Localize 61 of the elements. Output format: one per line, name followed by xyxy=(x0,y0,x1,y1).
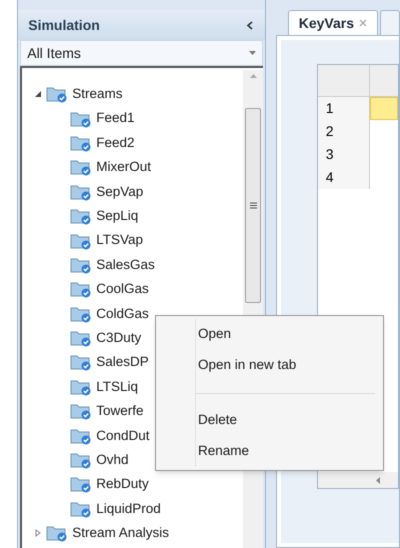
folder-icon xyxy=(70,280,92,298)
tree-item[interactable]: SepLiq xyxy=(96,206,138,226)
row-header: 4 xyxy=(318,166,370,189)
filter-dropdown[interactable]: All Items xyxy=(20,40,264,66)
folder-icon xyxy=(70,451,92,470)
tree-item[interactable]: SalesGas xyxy=(96,254,155,276)
tree-item[interactable]: RebDuty xyxy=(96,474,149,495)
row-header: 1 xyxy=(318,97,370,120)
folder-icon xyxy=(70,475,92,494)
tree-item[interactable]: CoolGas xyxy=(96,279,149,300)
tree-item[interactable]: Stream Analysis xyxy=(72,523,170,544)
folder-icon xyxy=(70,256,92,274)
panel-title: Simulation xyxy=(28,16,100,34)
tree-item[interactable]: LiquidProd xyxy=(96,498,161,519)
collapse-arrow-icon[interactable] xyxy=(34,90,42,98)
folder-icon xyxy=(70,353,92,372)
horizontal-scrollbar[interactable] xyxy=(318,472,398,488)
tree-item[interactable]: Ovhd xyxy=(96,450,129,470)
folder-icon xyxy=(70,158,92,176)
tree-item[interactable]: CondDut xyxy=(96,426,150,446)
tree-item[interactable]: Feed2 xyxy=(96,132,135,154)
folder-icon xyxy=(70,207,92,226)
grid-cell[interactable] xyxy=(370,97,398,120)
scroll-thumb[interactable] xyxy=(245,108,262,303)
tree-item[interactable]: ColdGas xyxy=(96,304,149,324)
folder-icon xyxy=(70,110,92,128)
menu-item[interactable]: Open xyxy=(196,319,383,350)
folder-icon xyxy=(46,524,68,542)
tree-item[interactable]: Feed1 xyxy=(96,108,135,129)
folder-icon xyxy=(70,378,92,396)
menu-item[interactable]: Open in new tab xyxy=(196,350,383,381)
folder-icon xyxy=(70,402,92,420)
tree-item[interactable]: LTSLiq xyxy=(96,376,138,397)
folder-icon xyxy=(70,329,92,348)
tree-item[interactable]: MixerOut xyxy=(96,157,151,178)
folder-icon xyxy=(70,304,92,323)
row-header: 2 xyxy=(318,120,370,143)
expand-arrow-icon[interactable] xyxy=(34,529,42,538)
folder-icon xyxy=(70,134,92,152)
folder-icon xyxy=(70,500,92,518)
menu-item[interactable]: Delete xyxy=(196,405,383,436)
tab[interactable]: KeyVars xyxy=(288,10,378,35)
grip-icon xyxy=(250,202,257,209)
folder-icon xyxy=(70,182,92,201)
tree-item[interactable]: Towerfe xyxy=(96,401,144,422)
tree-item[interactable]: LTSVap xyxy=(96,230,144,251)
scroll-up-icon xyxy=(250,74,257,78)
scroll-left-icon xyxy=(376,476,380,484)
folder-icon xyxy=(70,426,92,445)
row-header: 3 xyxy=(318,143,370,166)
menu-item[interactable]: Rename xyxy=(196,436,383,467)
tab[interactable] xyxy=(380,10,400,35)
folder-icon xyxy=(70,232,92,250)
dropdown-arrow-icon xyxy=(249,51,256,55)
tree-item[interactable]: SalesDP xyxy=(96,352,149,373)
folder-icon xyxy=(46,85,68,104)
tree-item[interactable]: C3Duty xyxy=(96,328,142,348)
tree-item[interactable]: SepVap xyxy=(96,182,144,202)
chevron-left-icon xyxy=(246,20,253,30)
tree-item[interactable]: Streams xyxy=(72,84,122,104)
close-icon[interactable] xyxy=(359,19,368,27)
